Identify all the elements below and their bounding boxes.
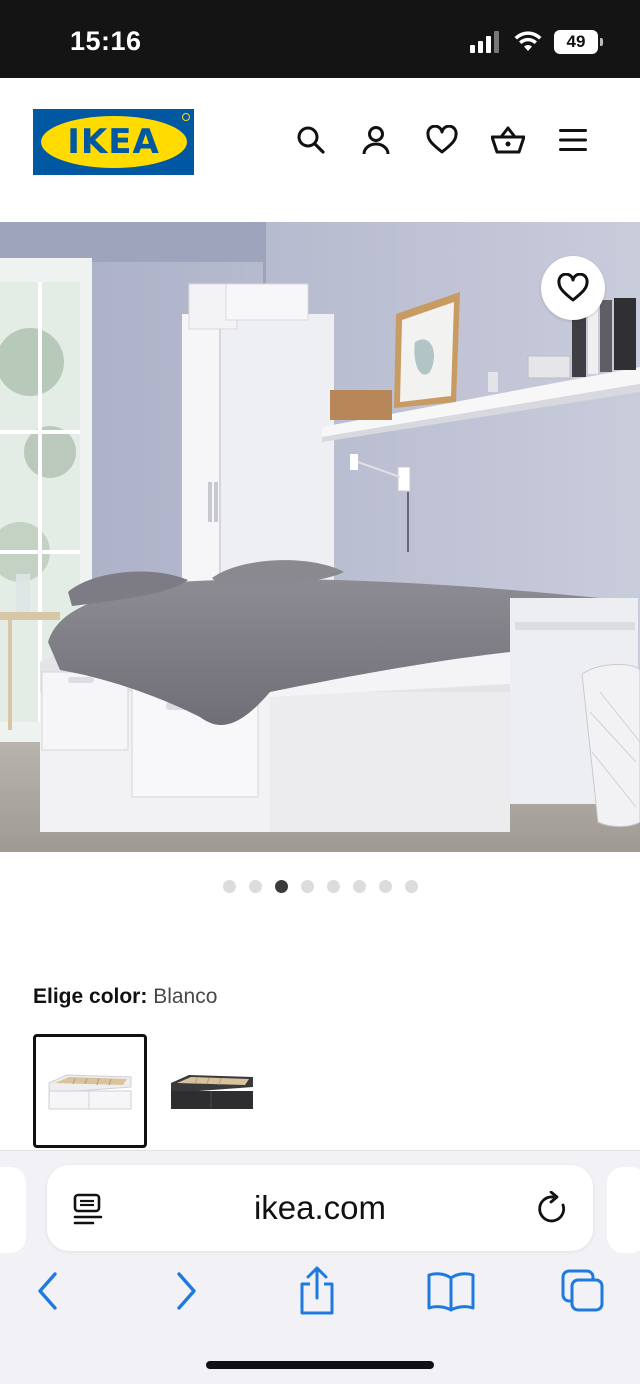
- wifi-icon: [514, 31, 542, 51]
- browser-toolbar: ikea.com: [0, 1150, 640, 1384]
- color-swatch-black[interactable]: [155, 1034, 269, 1148]
- ikea-logo[interactable]: IKEA: [33, 109, 194, 175]
- heart-icon: [426, 125, 458, 154]
- daybed-black-thumbnail: [171, 1075, 253, 1109]
- registered-mark: [182, 113, 190, 121]
- url-text: ikea.com: [253, 1189, 387, 1226]
- share-icon: [300, 1266, 334, 1315]
- bookmarks-icon: [427, 1272, 475, 1312]
- previous-tab-peek[interactable]: [0, 1167, 26, 1253]
- site-header: IKEA: [0, 78, 640, 222]
- status-time: 15:16: [70, 26, 142, 56]
- heart-icon: [557, 273, 589, 302]
- reload-icon: [538, 1191, 566, 1223]
- cellular-signal-icon: [470, 31, 499, 53]
- forward-icon: [177, 1272, 196, 1310]
- carousel-dot[interactable]: [404, 880, 418, 893]
- product-photo-daybed: [0, 222, 640, 852]
- reload-button[interactable]: [533, 1189, 573, 1229]
- address-bar[interactable]: ikea.com: [47, 1165, 593, 1251]
- back-button[interactable]: [28, 1267, 68, 1315]
- carousel-dot[interactable]: [378, 880, 392, 893]
- account-button[interactable]: [358, 122, 394, 158]
- search-icon: [297, 126, 325, 154]
- selected-color-value: Blanco: [153, 985, 218, 1008]
- daybed-white-thumbnail: [48, 1074, 132, 1110]
- bookmarks-button[interactable]: [424, 1267, 478, 1315]
- user-icon: [362, 126, 390, 155]
- forward-button[interactable]: [166, 1267, 206, 1315]
- back-icon: [38, 1272, 57, 1310]
- image-carousel-dots: [0, 880, 640, 893]
- carousel-dot[interactable]: [222, 880, 236, 893]
- logo-text: IKEA: [67, 122, 160, 162]
- favorites-button[interactable]: [424, 122, 460, 158]
- carousel-dot-active[interactable]: [274, 880, 288, 893]
- carousel-dot[interactable]: [248, 880, 262, 893]
- battery-indicator: 49: [554, 30, 603, 54]
- basket-button[interactable]: [490, 122, 526, 158]
- carousel-dot[interactable]: [300, 880, 314, 893]
- home-indicator: [206, 1361, 434, 1369]
- color-swatch-white[interactable]: [33, 1034, 147, 1148]
- save-favorite-button[interactable]: [541, 256, 605, 320]
- tabs-icon: [561, 1269, 604, 1312]
- menu-icon: [559, 129, 587, 151]
- status-indicators: 49: [470, 30, 603, 54]
- basket-icon: [491, 126, 525, 154]
- color-picker-label: Elige color: Blanco: [33, 985, 217, 1009]
- next-tab-peek[interactable]: [607, 1167, 640, 1253]
- tabs-button[interactable]: [558, 1265, 608, 1317]
- search-button[interactable]: [293, 122, 329, 158]
- carousel-dot[interactable]: [326, 880, 340, 893]
- product-image[interactable]: [0, 222, 640, 852]
- logo-ellipse: IKEA: [40, 116, 187, 168]
- color-label-text: Elige color:: [33, 985, 154, 1008]
- share-button[interactable]: [294, 1263, 340, 1319]
- status-bar: 15:16 49: [0, 0, 640, 78]
- menu-button[interactable]: [555, 122, 591, 158]
- carousel-dot[interactable]: [352, 880, 366, 893]
